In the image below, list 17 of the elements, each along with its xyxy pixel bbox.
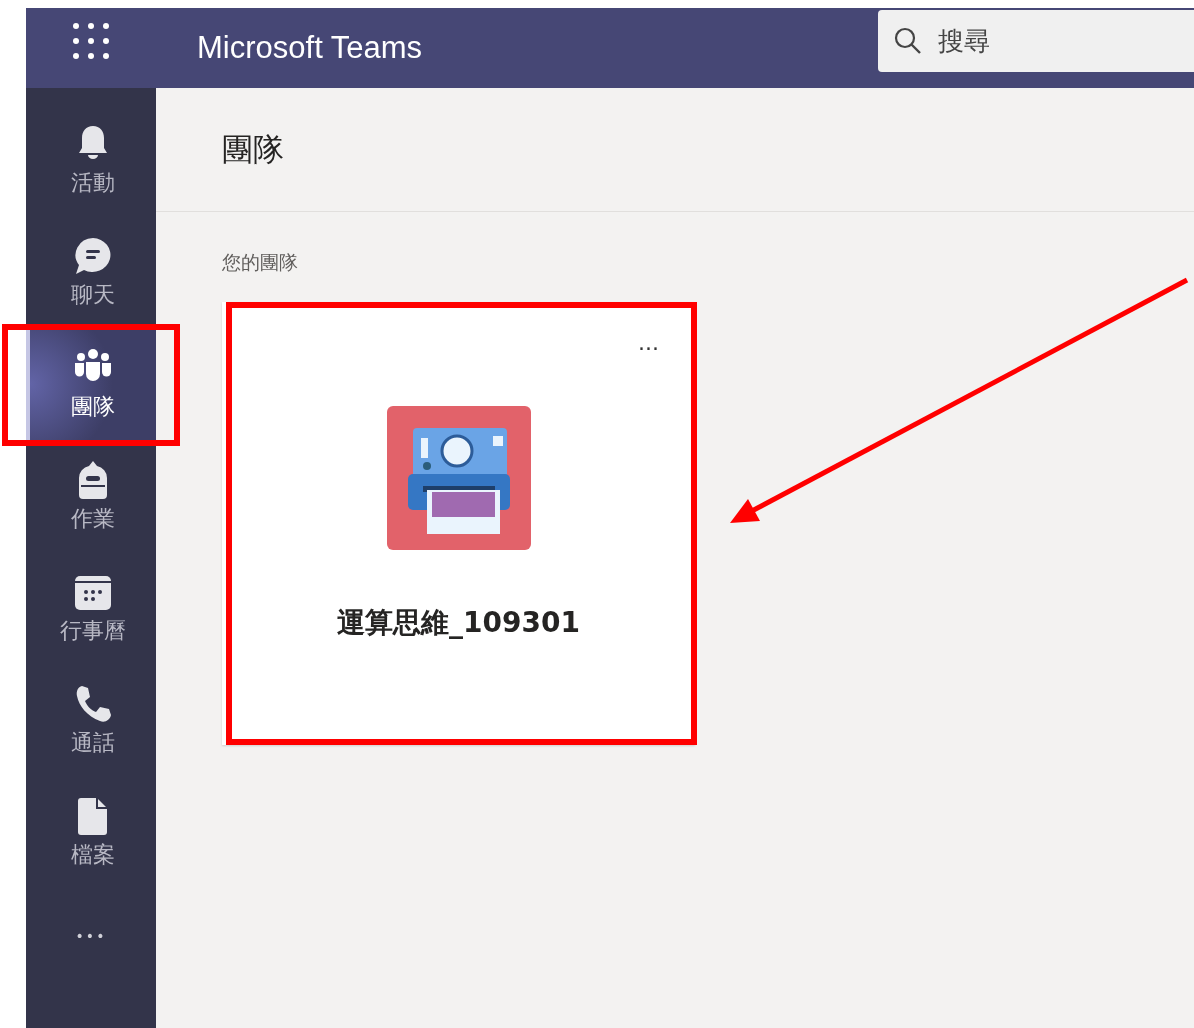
nav-item[interactable]: 活動 bbox=[26, 104, 156, 216]
nav-item[interactable]: 聊天 bbox=[26, 216, 156, 328]
search-icon bbox=[894, 27, 922, 55]
nav-item[interactable]: 作業 bbox=[26, 440, 156, 552]
nav-item[interactable]: 通話 bbox=[26, 664, 156, 776]
search-field[interactable]: 搜尋 bbox=[878, 10, 1194, 72]
more-options-button[interactable]: ··· bbox=[638, 336, 659, 361]
camera-icon bbox=[386, 406, 531, 550]
app-launcher-icon[interactable] bbox=[72, 22, 110, 60]
nav-item[interactable]: 檔案 bbox=[26, 776, 156, 888]
section-label: 您的團隊 bbox=[222, 250, 299, 275]
nav-item[interactable]: 行事曆 bbox=[26, 552, 156, 664]
page-title: 團隊 bbox=[222, 129, 284, 169]
more-apps-button[interactable]: ••• bbox=[71, 924, 111, 948]
nav-item[interactable]: 團隊 bbox=[26, 328, 156, 440]
app-title: Microsoft Teams bbox=[197, 30, 424, 66]
team-name: 運算思維_109301 bbox=[337, 605, 580, 641]
